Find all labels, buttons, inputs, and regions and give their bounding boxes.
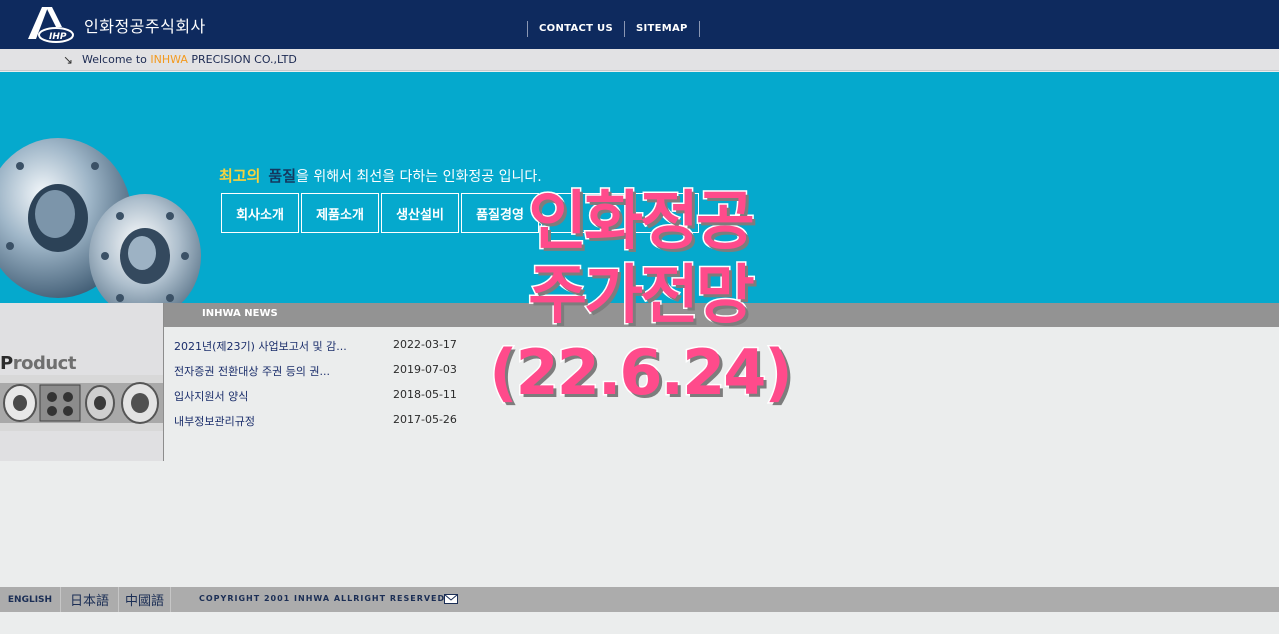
stock-forecast-overlay: 인화정공 주가전망 (22.6.24): [480, 185, 800, 409]
welcome-prefix: Welcome to: [82, 53, 151, 66]
slogan-best: 최고의: [219, 167, 261, 185]
company-name: 인화정공주식회사: [84, 17, 206, 36]
product-label-first: P: [0, 353, 13, 374]
news-title: INHWA NEWS: [202, 308, 278, 319]
welcome-highlight: INHWA: [150, 53, 188, 66]
overlay-company: 인화정공: [527, 185, 757, 259]
news-item-title[interactable]: 전자증권 전환대상 주권 등의 권...: [174, 363, 330, 379]
news-list: 2021년(제23기) 사업보고서 및 감... 2022-03-17 전자증권…: [174, 338, 474, 438]
footer: ENGLISH 日本語 中國語 COPYRIGHT 2001 INHWA ALL…: [0, 587, 1279, 612]
news-item-date: 2022-03-17: [393, 338, 457, 351]
news-item-date: 2019-07-03: [393, 363, 457, 376]
copyright: COPYRIGHT 2001 INHWA ALLRIGHT RESERVED: [199, 594, 446, 603]
sitemap-link[interactable]: SITEMAP: [625, 21, 700, 37]
contact-us-link[interactable]: CONTACT US: [528, 21, 625, 37]
news-item-date: 2017-05-26: [393, 413, 457, 426]
news-item[interactable]: 전자증권 전환대상 주권 등의 권... 2019-07-03: [174, 363, 474, 388]
slogan-quality: 품질: [268, 167, 297, 185]
menu-products[interactable]: 제품소개: [301, 193, 379, 233]
product-panel: Product: [0, 303, 164, 461]
news-item[interactable]: 2021년(제23기) 사업보고서 및 감... 2022-03-17: [174, 338, 474, 363]
company-logo-icon[interactable]: IHP: [26, 5, 74, 43]
slogan: 최고의 품질을 위해서 최선을 다하는 인화정공 입니다.: [219, 165, 542, 186]
flange-image: [0, 138, 201, 318]
welcome-suffix: PRECISION CO.,LTD: [187, 53, 297, 66]
lang-english-link[interactable]: ENGLISH: [0, 587, 61, 612]
lang-chinese-link[interactable]: 中國語: [119, 587, 171, 612]
welcome-bar: ↘ Welcome to INHWA PRECISION CO.,LTD: [0, 49, 1279, 71]
news-item[interactable]: 입사지원서 양식 2018-05-11: [174, 388, 474, 413]
logo-text: IHP: [49, 32, 67, 42]
product-label-rest: roduct: [12, 353, 77, 374]
news-item-title[interactable]: 2021년(제23기) 사업보고서 및 감...: [174, 338, 347, 354]
engine-parts-image: [0, 375, 163, 431]
news-item[interactable]: 내부정보관리규정 2017-05-26: [174, 413, 474, 438]
welcome-text: Welcome to INHWA PRECISION CO.,LTD: [82, 53, 297, 66]
top-nav: CONTACT US SITEMAP: [527, 21, 700, 37]
slogan-rest: 을 위해서 최선을 다하는 인화정공 입니다.: [296, 169, 542, 185]
overlay-date: (22.6.24): [488, 336, 794, 409]
lang-japanese-link[interactable]: 日本語: [61, 587, 119, 612]
menu-company-intro[interactable]: 회사소개: [221, 193, 299, 233]
news-item-title[interactable]: 입사지원서 양식: [174, 388, 248, 404]
menu-facilities[interactable]: 생산설비: [381, 193, 459, 233]
news-item-date: 2018-05-11: [393, 388, 457, 401]
product-label[interactable]: Product: [0, 353, 76, 374]
header: IHP 인화정공주식회사 CONTACT US SITEMAP: [0, 0, 1279, 49]
mail-icon[interactable]: [444, 594, 458, 604]
news-item-title[interactable]: 내부정보관리규정: [174, 413, 255, 429]
page: IHP 인화정공주식회사 CONTACT US SITEMAP ↘ Welcom…: [0, 0, 1279, 634]
overlay-forecast: 주가전망: [527, 259, 757, 333]
arrow-down-right-icon: ↘: [63, 53, 74, 67]
